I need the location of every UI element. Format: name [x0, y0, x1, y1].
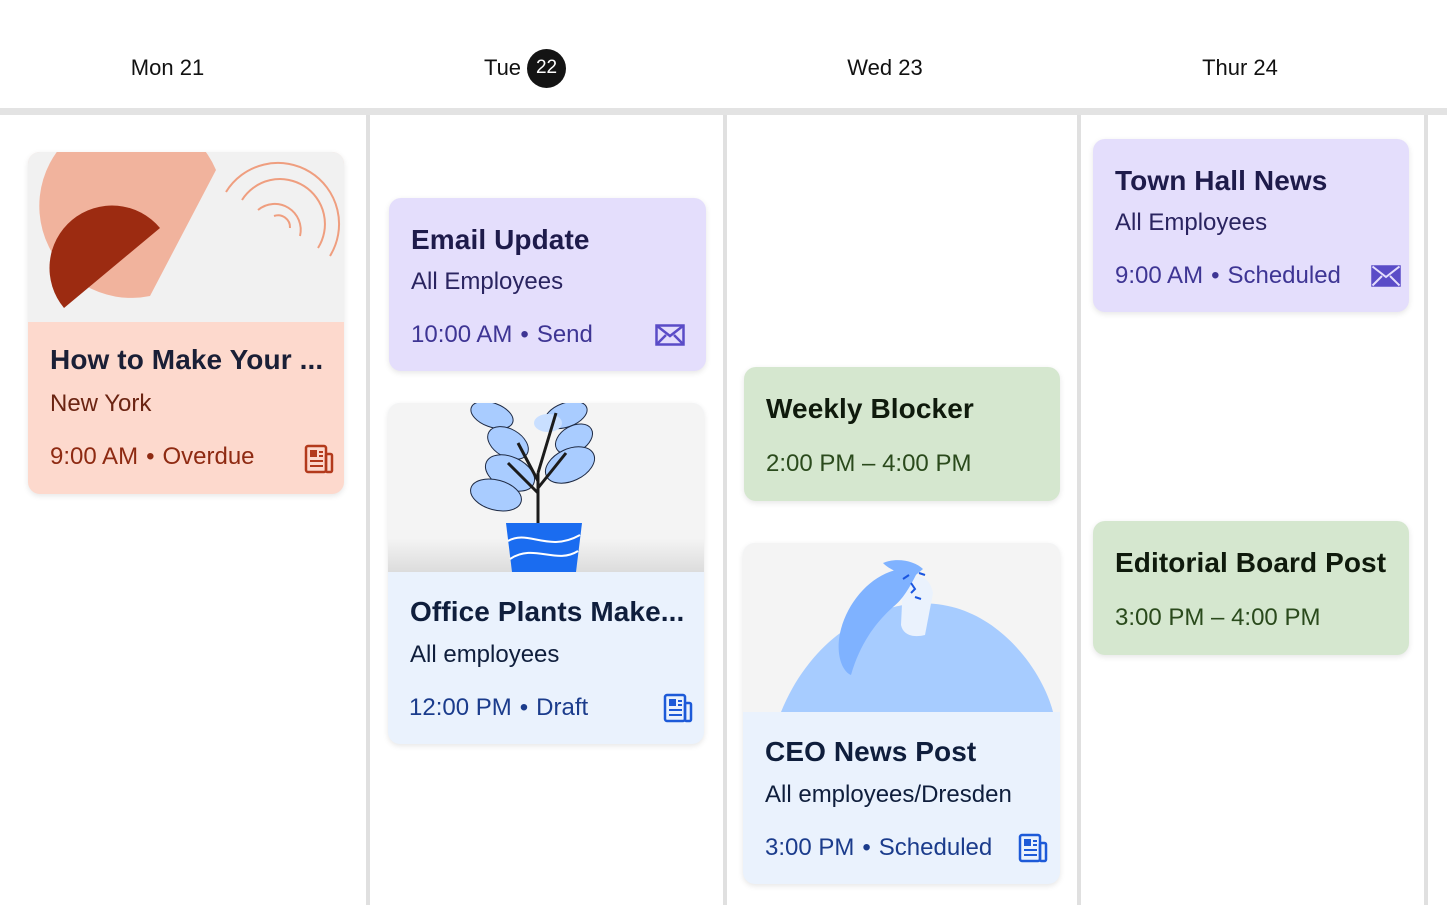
day-label: Wed 23 [847, 55, 923, 80]
event-time: 10:00 AM [411, 321, 513, 348]
event-meta: 9:00 AM • Scheduled [1115, 262, 1341, 289]
today-badge: 22 [527, 48, 567, 88]
event-status: Scheduled [878, 834, 993, 861]
day-header-mon[interactable]: Mon 21 [90, 48, 245, 88]
envelope-icon [655, 324, 685, 351]
event-card-editorial-board[interactable]: Editorial Board Post 3:00 PM – 4:00 PM [1093, 521, 1409, 655]
event-audience: All employees [410, 641, 560, 668]
event-status: Send [536, 321, 593, 348]
event-status: Draft [536, 694, 589, 721]
event-audience: New York [50, 390, 152, 417]
event-title: How to Make Your ... [50, 344, 324, 375]
day-label: Tue [483, 55, 522, 80]
event-status: Scheduled [1227, 262, 1341, 289]
day-header-tue[interactable]: Tue 22 [445, 48, 605, 88]
event-illustration [743, 543, 1060, 712]
event-card-weekly-blocker[interactable]: Weekly Blocker 2:00 PM – 4:00 PM [744, 367, 1060, 501]
event-status: Overdue [162, 443, 255, 470]
event-card-how-to[interactable]: How to Make Your ... New York 9:00 AM • Ov… [28, 152, 344, 494]
event-illustration [28, 152, 344, 322]
newspaper-icon [1018, 833, 1048, 868]
event-audience: All Employees [1115, 209, 1268, 236]
event-card-office-plants[interactable]: Office Plants Make... All employees 12:0… [388, 403, 704, 744]
newspaper-icon [304, 444, 334, 479]
day-header-thu[interactable]: Thur 24 [1160, 48, 1320, 88]
event-title: Town Hall News [1115, 165, 1328, 196]
column-divider [1077, 115, 1081, 905]
event-card-email-update[interactable]: Email Update All Employees 10:00 AM • Send [389, 198, 706, 371]
event-title: Office Plants Make... [410, 596, 685, 627]
event-audience: All Employees [411, 268, 564, 295]
event-illustration [388, 403, 704, 572]
event-audience: All employees/Dresden [765, 781, 1012, 808]
event-meta: 9:00 AM • Overdue [50, 443, 255, 470]
event-time: 9:00 AM [50, 443, 139, 470]
newspaper-icon [663, 693, 693, 728]
event-meta: 10:00 AM • Send [411, 321, 593, 348]
week-header: Mon 21 Tue 22 Wed 23 Thur 24 [0, 0, 1447, 108]
column-divider [1424, 115, 1428, 905]
day-label: Thur 24 [1202, 55, 1278, 80]
column-divider [723, 115, 727, 905]
event-time: 9:00 AM [1115, 262, 1204, 289]
event-title: Weekly Blocker [766, 393, 974, 424]
event-time-range: 3:00 PM – 4:00 PM [1115, 604, 1321, 631]
column-divider [366, 115, 370, 905]
header-divider [0, 108, 1447, 115]
event-title: Email Update [411, 224, 590, 255]
day-header-wed[interactable]: Wed 23 [805, 48, 965, 88]
envelope-icon [1371, 265, 1401, 292]
event-title: CEO News Post [765, 736, 977, 767]
event-meta: 12:00 PM • Draft [409, 694, 589, 721]
event-meta: 3:00 PM • Scheduled [765, 834, 993, 861]
event-card-ceo-news[interactable]: CEO News Post All employees/Dresden 3:00… [743, 543, 1060, 884]
event-title: Editorial Board Post [1115, 547, 1387, 578]
event-card-town-hall[interactable]: Town Hall News All Employees 9:00 AM • Sch… [1093, 139, 1409, 312]
day-label: Mon 21 [130, 55, 205, 80]
event-time: 3:00 PM [765, 834, 855, 861]
event-time: 12:00 PM [409, 694, 512, 721]
event-time-range: 2:00 PM – 4:00 PM [766, 450, 972, 477]
